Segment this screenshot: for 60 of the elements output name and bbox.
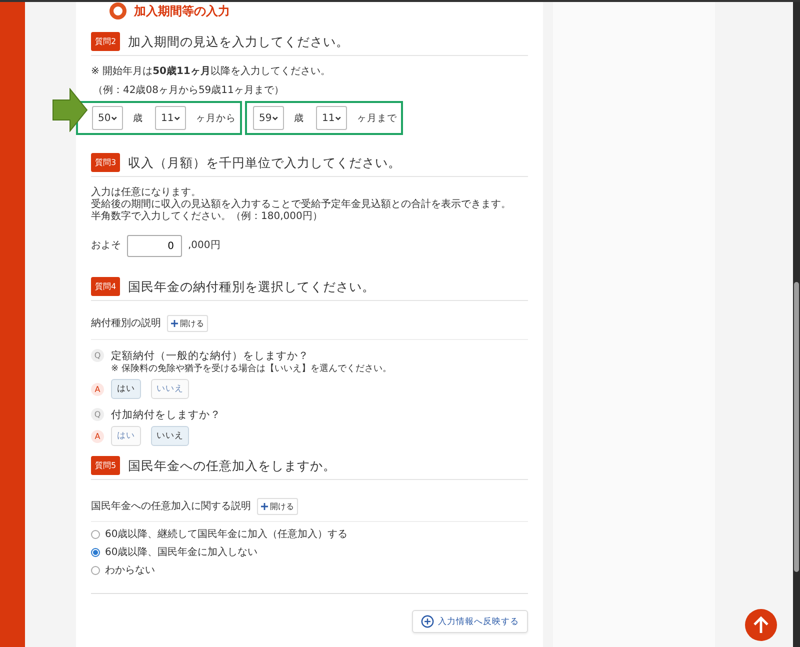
plus-circle-icon xyxy=(421,615,434,628)
question-text: 定額納付（一般的な納付）をしますか？ xyxy=(111,349,310,363)
chevron-icon xyxy=(334,116,341,120)
question-badge: 質問3 xyxy=(91,153,120,172)
description-text: 半角数字で入力してください。（例：180,000円） xyxy=(91,211,324,223)
question-text: 付加納付をしますか？ xyxy=(111,408,221,422)
scrollbar-thumb[interactable] xyxy=(794,282,799,572)
option-button[interactable]: はい xyxy=(111,379,141,399)
example-text: （例：42歳08ヶ月から59歳11ヶ月まで） xyxy=(92,85,285,97)
prefix-label: およそ xyxy=(91,240,121,252)
question-title: 国民年金の納付種別を選択してください。 xyxy=(128,279,376,294)
scrollbar[interactable] xyxy=(793,2,800,647)
scroll-top-button[interactable] xyxy=(745,609,777,641)
unit-label: 歳 xyxy=(133,112,143,124)
option-button[interactable]: いいえ xyxy=(151,379,189,399)
question-title: 加入期間の見込を入力してください。 xyxy=(128,34,350,49)
plus-icon xyxy=(261,503,268,510)
note-text: ※ 開始年月は50歳11ヶ月以降を入力してください。 xyxy=(91,66,332,78)
section-title: 加入期間等の入力 xyxy=(134,3,230,19)
question-mark: Q xyxy=(91,349,104,362)
arrow-icon xyxy=(52,88,88,132)
explanation-label: 国民年金への任意加入に関する説明 xyxy=(91,500,251,512)
plus-icon xyxy=(171,320,178,327)
suffix-label: ,000円 xyxy=(188,240,220,252)
description-text: 受給後の期間に収入の見込額を入力することで受給予定年金見込額との合計を表示できます。 xyxy=(91,199,512,210)
radio-label: 60歳以降、国民年金に加入しない xyxy=(105,546,258,558)
unit-label: 歳 xyxy=(294,112,304,124)
radio-label: 60歳以降、継続して国民年金に加入（任意加入）する xyxy=(105,528,348,540)
radio-button[interactable] xyxy=(91,530,100,539)
dropdown[interactable]: 50 xyxy=(92,106,123,130)
option-button[interactable]: いいえ xyxy=(151,426,189,446)
radio-button[interactable] xyxy=(91,566,100,575)
question-title: 国民年金への任意加入をしますか。 xyxy=(128,458,336,473)
radio-label: わからない xyxy=(105,564,155,576)
description-text: 入力は任意になります。 xyxy=(91,187,202,198)
apply-button[interactable]: 入力情報へ反映する xyxy=(412,610,528,633)
note-text: ※ 保険料の免除や猶予を受ける場合は【いいえ】を選んでください。 xyxy=(111,363,392,375)
option-button[interactable]: はい xyxy=(111,426,141,446)
answer-mark: A xyxy=(91,430,104,442)
question-mark: Q xyxy=(91,408,104,421)
chevron-icon xyxy=(110,116,117,120)
answer-mark: A xyxy=(91,382,104,396)
chevron-icon xyxy=(272,116,278,120)
dropdown[interactable]: 11 xyxy=(155,106,186,130)
unit-label: ヶ月まで xyxy=(357,112,397,124)
unit-label: ヶ月から xyxy=(196,112,236,124)
dropdown[interactable]: 11 xyxy=(316,106,347,130)
chevron-icon xyxy=(174,116,180,120)
question-badge: 質問2 xyxy=(91,32,120,51)
question-badge: 質問4 xyxy=(91,277,120,296)
explanation-label: 納付種別の説明 xyxy=(91,318,161,330)
income-field[interactable]: 0 xyxy=(127,235,182,257)
question-badge: 質問5 xyxy=(91,456,120,475)
dropdown[interactable]: 59 xyxy=(253,106,284,130)
up-arrow-icon xyxy=(753,616,769,634)
expand-button[interactable]: 開ける xyxy=(257,498,298,515)
expand-button[interactable]: 開ける xyxy=(167,315,208,332)
radio-button[interactable] xyxy=(91,548,100,557)
ring-icon xyxy=(109,2,127,20)
question-title: 収入（月額）を千円単位で入力してください。 xyxy=(128,155,402,170)
